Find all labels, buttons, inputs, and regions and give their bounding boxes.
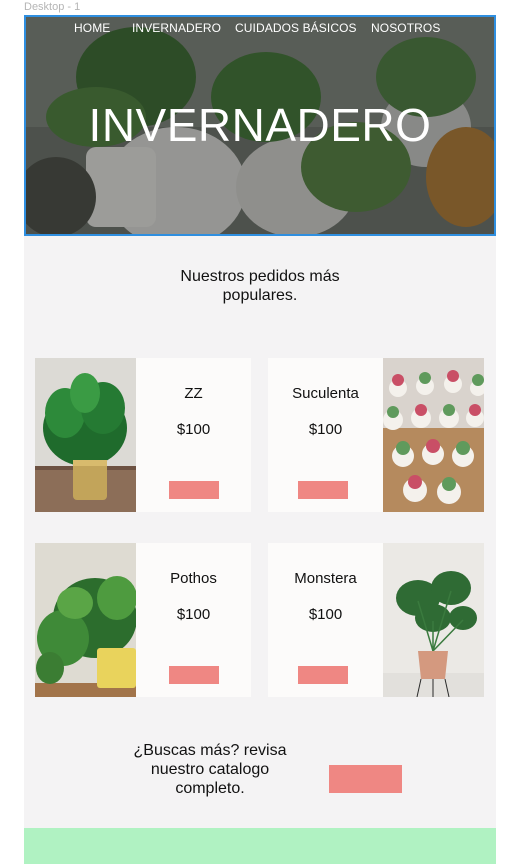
main-nav: HOME INVERNADERO CUIDADOS BÁSICOS NOSOTR…: [26, 20, 494, 38]
product-price: $100: [176, 421, 211, 438]
product-card-zz: ZZ $100: [35, 358, 251, 512]
catalog-prompt-text: ¿Buscas más? revisa nuestro catalogo com…: [133, 742, 287, 797]
page-artboard: HOME INVERNADERO CUIDADOS BÁSICOS NOSOTR…: [24, 15, 496, 864]
product-price: $100: [176, 606, 211, 623]
product-buy-button[interactable]: [169, 481, 219, 499]
frame-label: Desktop - 1: [24, 1, 81, 13]
product-name: Pothos: [170, 570, 217, 587]
nav-nosotros[interactable]: NOSOTROS: [371, 20, 440, 36]
product-price: $100: [308, 421, 343, 438]
product-buy-button[interactable]: [169, 666, 219, 684]
product-card-suculenta: Suculenta $100: [268, 358, 484, 512]
catalog-button[interactable]: [329, 765, 402, 793]
zz-plant-photo: [35, 358, 136, 512]
pothos-photo: [35, 543, 136, 697]
product-price: $100: [308, 606, 343, 623]
product-name: ZZ: [184, 385, 203, 402]
nav-cuidados-basicos[interactable]: CUIDADOS BÁSICOS: [235, 20, 357, 36]
product-name: Suculenta: [292, 385, 359, 402]
hero-title: INVERNADERO: [88, 99, 432, 151]
product-card-monstera: Monstera $100: [268, 543, 484, 697]
hero-banner: HOME INVERNADERO CUIDADOS BÁSICOS NOSOTR…: [24, 15, 496, 236]
product-buy-button[interactable]: [298, 666, 348, 684]
product-buy-button[interactable]: [298, 481, 348, 499]
nav-invernadero[interactable]: INVERNADERO: [132, 20, 221, 36]
monstera-photo: [383, 543, 484, 697]
popular-section-title: Nuestros pedidos más populares.: [180, 268, 340, 304]
nav-home[interactable]: HOME: [74, 20, 110, 36]
footer-bar: [24, 828, 496, 864]
product-card-pothos: Pothos $100: [35, 543, 251, 697]
product-name: Monstera: [294, 570, 357, 587]
succulents-photo: [383, 358, 484, 512]
